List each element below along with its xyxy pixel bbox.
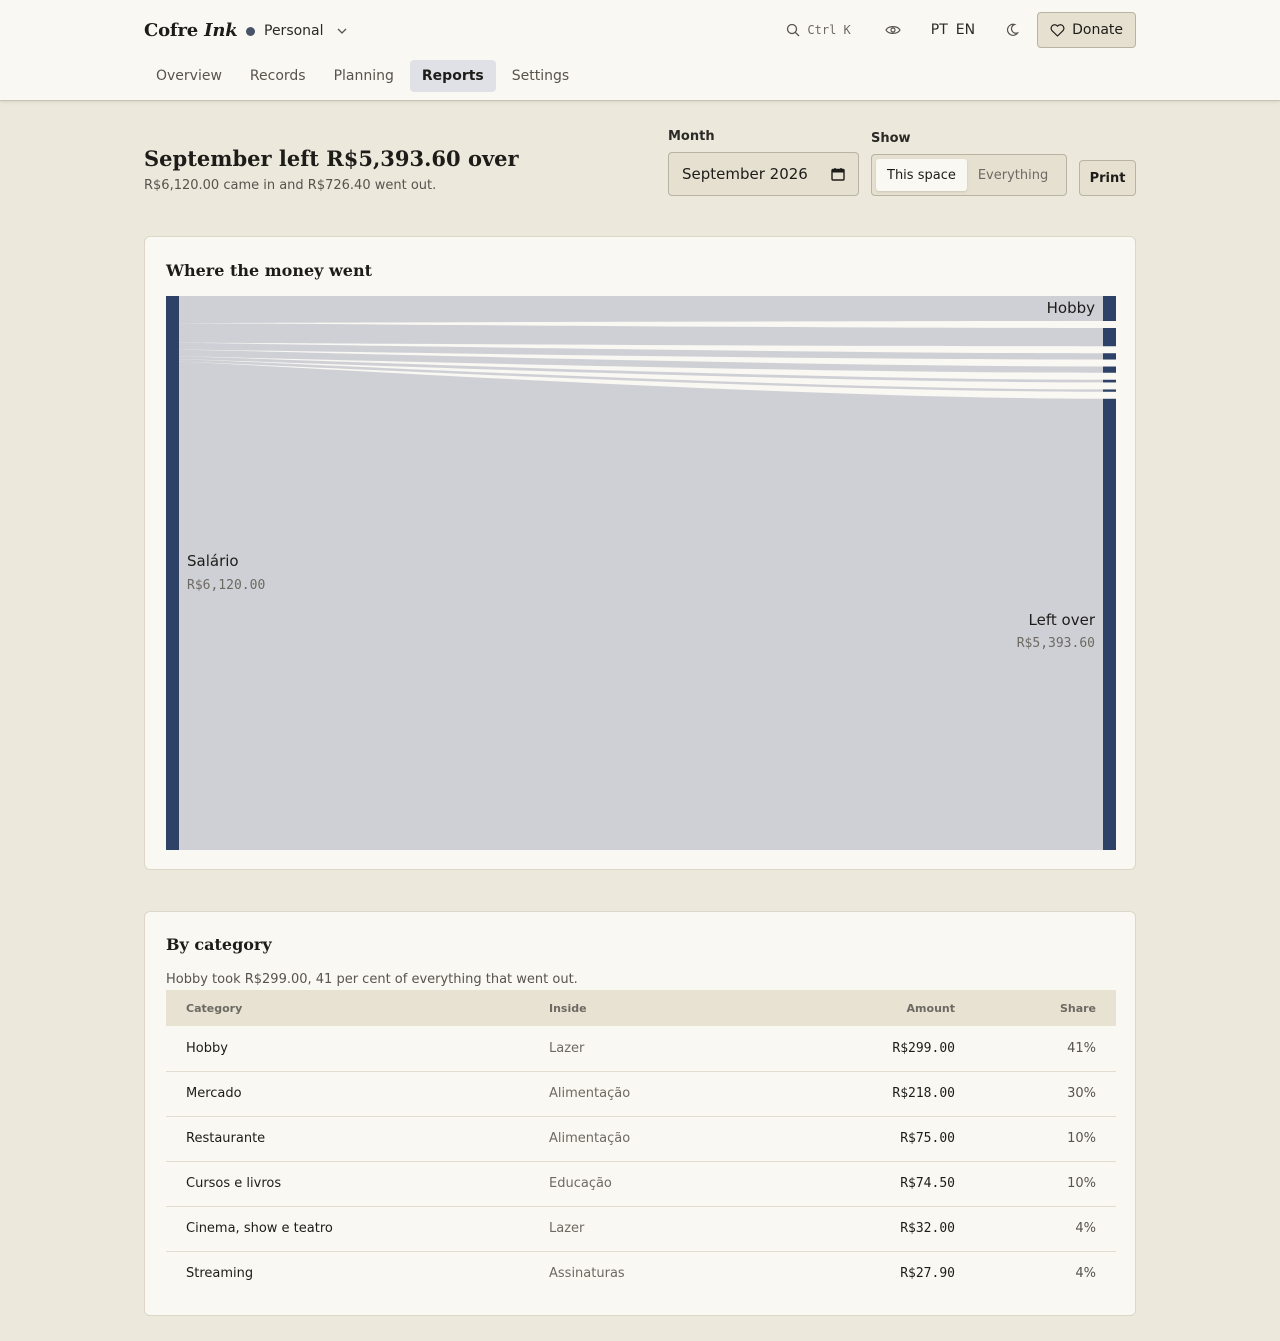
cell-category: Cursos e livros [166,1161,529,1207]
cell-amount: R$75.00 [799,1116,975,1162]
cell-inside: Assinaturas [549,1266,625,1282]
sankey-node-left-over[interactable] [1103,398,1116,850]
col-header-category[interactable]: Category [166,990,529,1026]
search-icon [787,23,800,37]
tab-records[interactable]: Records [238,60,318,92]
cell-category: Mercado [166,1071,529,1117]
lang-en-button[interactable]: EN [956,22,975,38]
sankey-flow-left-over[interactable] [179,361,1103,850]
cell-amount: R$32.00 [799,1206,975,1252]
col-header-share[interactable]: Share [975,990,1116,1026]
tab-planning[interactable]: Planning [322,60,406,92]
cell-inside: Lazer [529,1026,799,1072]
sankey-node-restaurante[interactable] [1103,353,1116,360]
top-bar: Cofre Ink Personal Ctrl K PT EN Donate O… [0,0,1280,101]
table-row: Hobby Lazer R$299.00 41% [166,1026,1116,1072]
table-header-row: Category Inside Amount Share [166,990,1116,1026]
sankey-chart: Salário R$6,120.00 Hobby Left over R$5,3… [166,296,1116,850]
sankey-flow-mercado[interactable] [179,323,1103,347]
category-card: By category Hobby took R$299.00, 41 per … [144,911,1136,1316]
brand-logo[interactable]: Cofre Ink [144,20,238,41]
cell-inside: Lazer [529,1206,799,1252]
sankey-node-cursos-e-livros[interactable] [1103,366,1116,373]
table-row: Mercado Alimentação R$218.00 30% [166,1071,1116,1117]
col-header-amount[interactable]: Amount [799,990,975,1026]
cell-category: Streaming [186,1266,254,1282]
cell-amount: R$218.00 [799,1071,975,1117]
donate-button[interactable]: Donate [1037,12,1136,48]
scope-this-space[interactable]: This space [876,159,967,191]
tab-reports[interactable]: Reports [409,60,496,92]
month-value: September 2026 [682,165,808,183]
donate-label: Donate [1072,22,1123,38]
source-node-amount: R$6,120.00 [187,578,265,593]
show-label: Show [871,131,911,146]
cell-share: 4% [975,1206,1116,1252]
page-subtitle: R$6,120.00 came in and R$726.40 went out… [144,178,437,193]
sankey-node-cinema-show-e-teatro[interactable] [1103,379,1116,383]
heart-icon [1050,23,1065,37]
cell-share: 4% [1075,1266,1096,1282]
tab-overview[interactable]: Overview [144,60,234,92]
theme-toggle-button[interactable] [1005,23,1020,37]
cell-share: 41% [975,1026,1116,1072]
sankey-node-hobby[interactable] [1103,296,1116,322]
page-title: September left R$5,393.60 over [144,146,519,171]
lang-pt-button[interactable]: PT [931,22,948,38]
flow-card-title: Where the money went [166,261,372,280]
cell-inside: Alimentação [529,1071,799,1117]
privacy-toggle-button[interactable] [885,24,901,36]
cell-inside: Educação [529,1161,799,1207]
category-caption: Hobby took R$299.00, 41 per cent of ever… [166,972,578,987]
source-node-label: Salário [187,552,239,570]
cell-share: 10% [975,1161,1116,1207]
space-color-dot [246,26,255,36]
main-nav: Overview Records Planning Reports Settin… [144,60,585,92]
table-row: Restaurante Alimentação R$75.00 10% [166,1116,1116,1162]
table-row: Cursos e livros Educação R$74.50 10% [166,1161,1116,1207]
cell-amount: R$299.00 [799,1026,975,1072]
month-picker[interactable]: September 2026 [668,152,859,196]
cell-amount: R$27.90 [900,1266,955,1282]
search-button[interactable]: Ctrl K [786,23,851,37]
sankey-flow-hobby[interactable] [179,296,1103,324]
cell-category: Cinema, show e teatro [166,1206,529,1252]
flow-card: Where the money went Salário R$6,120.00 … [144,236,1136,870]
month-label: Month [668,129,715,144]
sankey-flows [179,296,1103,850]
col-header-inside[interactable]: Inside [529,990,799,1026]
table-row: Cinema, show e teatro Lazer R$32.00 4% [166,1206,1116,1252]
moon-icon [1007,23,1020,36]
sankey-node-streaming[interactable] [1103,389,1116,392]
sankey-node-salario[interactable] [166,296,179,850]
print-button[interactable]: Print [1079,160,1136,196]
cell-category: Hobby [166,1026,529,1072]
category-card-title: By category [166,935,272,954]
target-node-amount-left-over: R$5,393.60 [1017,636,1095,651]
target-node-label-hobby: Hobby [1047,299,1095,317]
eye-icon [885,26,901,34]
scope-everything[interactable]: Everything [967,159,1059,191]
top-actions: Ctrl K PT EN Donate [786,12,1136,48]
cell-inside: Alimentação [529,1116,799,1162]
tab-settings[interactable]: Settings [500,60,581,92]
space-name: Personal [264,23,324,39]
target-node-label-left-over: Left over [1029,611,1096,629]
scope-toggle: This space Everything [871,154,1067,196]
chevron-down-icon [337,28,346,34]
cell-share: 10% [975,1116,1116,1162]
cell-amount: R$74.50 [799,1161,975,1207]
cell-share: 30% [975,1071,1116,1117]
table-row: Streaming Assinaturas R$27.90 4% [166,1251,1116,1296]
space-switcher[interactable]: Personal [246,21,348,41]
sankey-node-mercado[interactable] [1103,328,1116,347]
cell-category: Restaurante [166,1116,529,1162]
search-shortcut: Ctrl K [807,23,851,37]
calendar-icon [831,168,845,181]
category-table: Category Inside Amount Share Hobby Lazer… [166,990,1116,1296]
language-switcher: PT EN [931,22,975,38]
